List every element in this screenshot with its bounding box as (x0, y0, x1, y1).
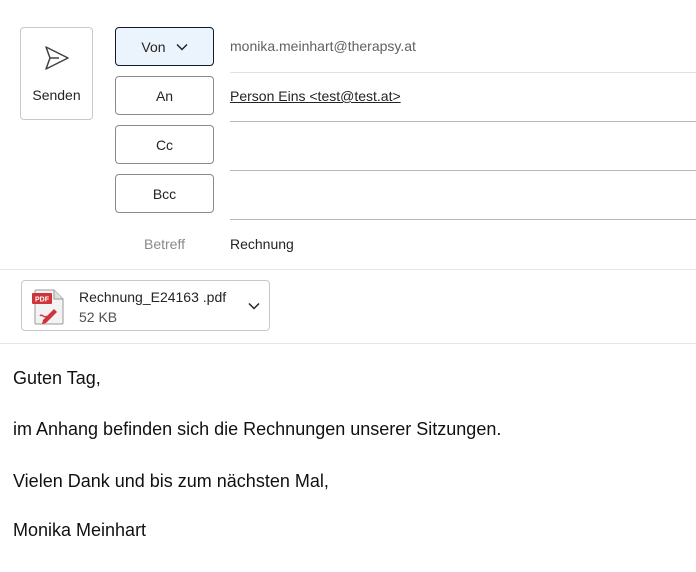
bcc-button[interactable]: Bcc (115, 174, 214, 213)
body-divider (0, 343, 696, 344)
subject-field[interactable]: Rechnung (230, 236, 294, 252)
send-button[interactable]: Senden (20, 27, 93, 120)
attachment-card[interactable]: PDF Rechnung_E24163 .pdf 52 KB (21, 280, 270, 331)
to-divider (230, 121, 696, 122)
to-button[interactable]: An (115, 76, 214, 115)
cc-label: Cc (155, 136, 174, 153)
body-line: Monika Meinhart (13, 520, 147, 540)
body-line: Vielen Dank und bis zum nächsten Mal, (13, 471, 329, 491)
bcc-label: Bcc (152, 185, 177, 202)
pdf-badge: PDF (35, 297, 50, 304)
subject-label: Betreff (144, 236, 185, 252)
attachment-size: 52 KB (79, 309, 118, 325)
to-field[interactable]: Person Eins <test@test.at> (230, 88, 696, 104)
send-icon (45, 46, 69, 70)
chevron-down-icon[interactable] (248, 302, 260, 310)
svg-text:PDF: PDF (35, 297, 50, 304)
from-field[interactable]: monika.meinhart@therapsy.at (230, 38, 696, 54)
recipient-chip[interactable]: Person Eins <test@test.at> (230, 88, 401, 104)
cc-divider (230, 170, 696, 171)
body-line: im Anhang befinden sich die Rechnungen u… (13, 419, 502, 439)
to-label: An (155, 87, 174, 104)
from-divider (230, 72, 696, 73)
from-button[interactable]: Von (115, 27, 214, 66)
bcc-field[interactable] (230, 179, 696, 217)
cc-button[interactable]: Cc (115, 125, 214, 164)
header-divider (0, 269, 696, 270)
cc-field[interactable] (230, 130, 696, 168)
bcc-divider (230, 219, 696, 220)
from-label: Von (141, 38, 166, 55)
body-line: Guten Tag, (13, 368, 101, 388)
chevron-down-icon (176, 43, 188, 51)
send-label: Senden (32, 87, 81, 103)
attachment-filename: Rechnung_E24163 .pdf (79, 289, 227, 305)
